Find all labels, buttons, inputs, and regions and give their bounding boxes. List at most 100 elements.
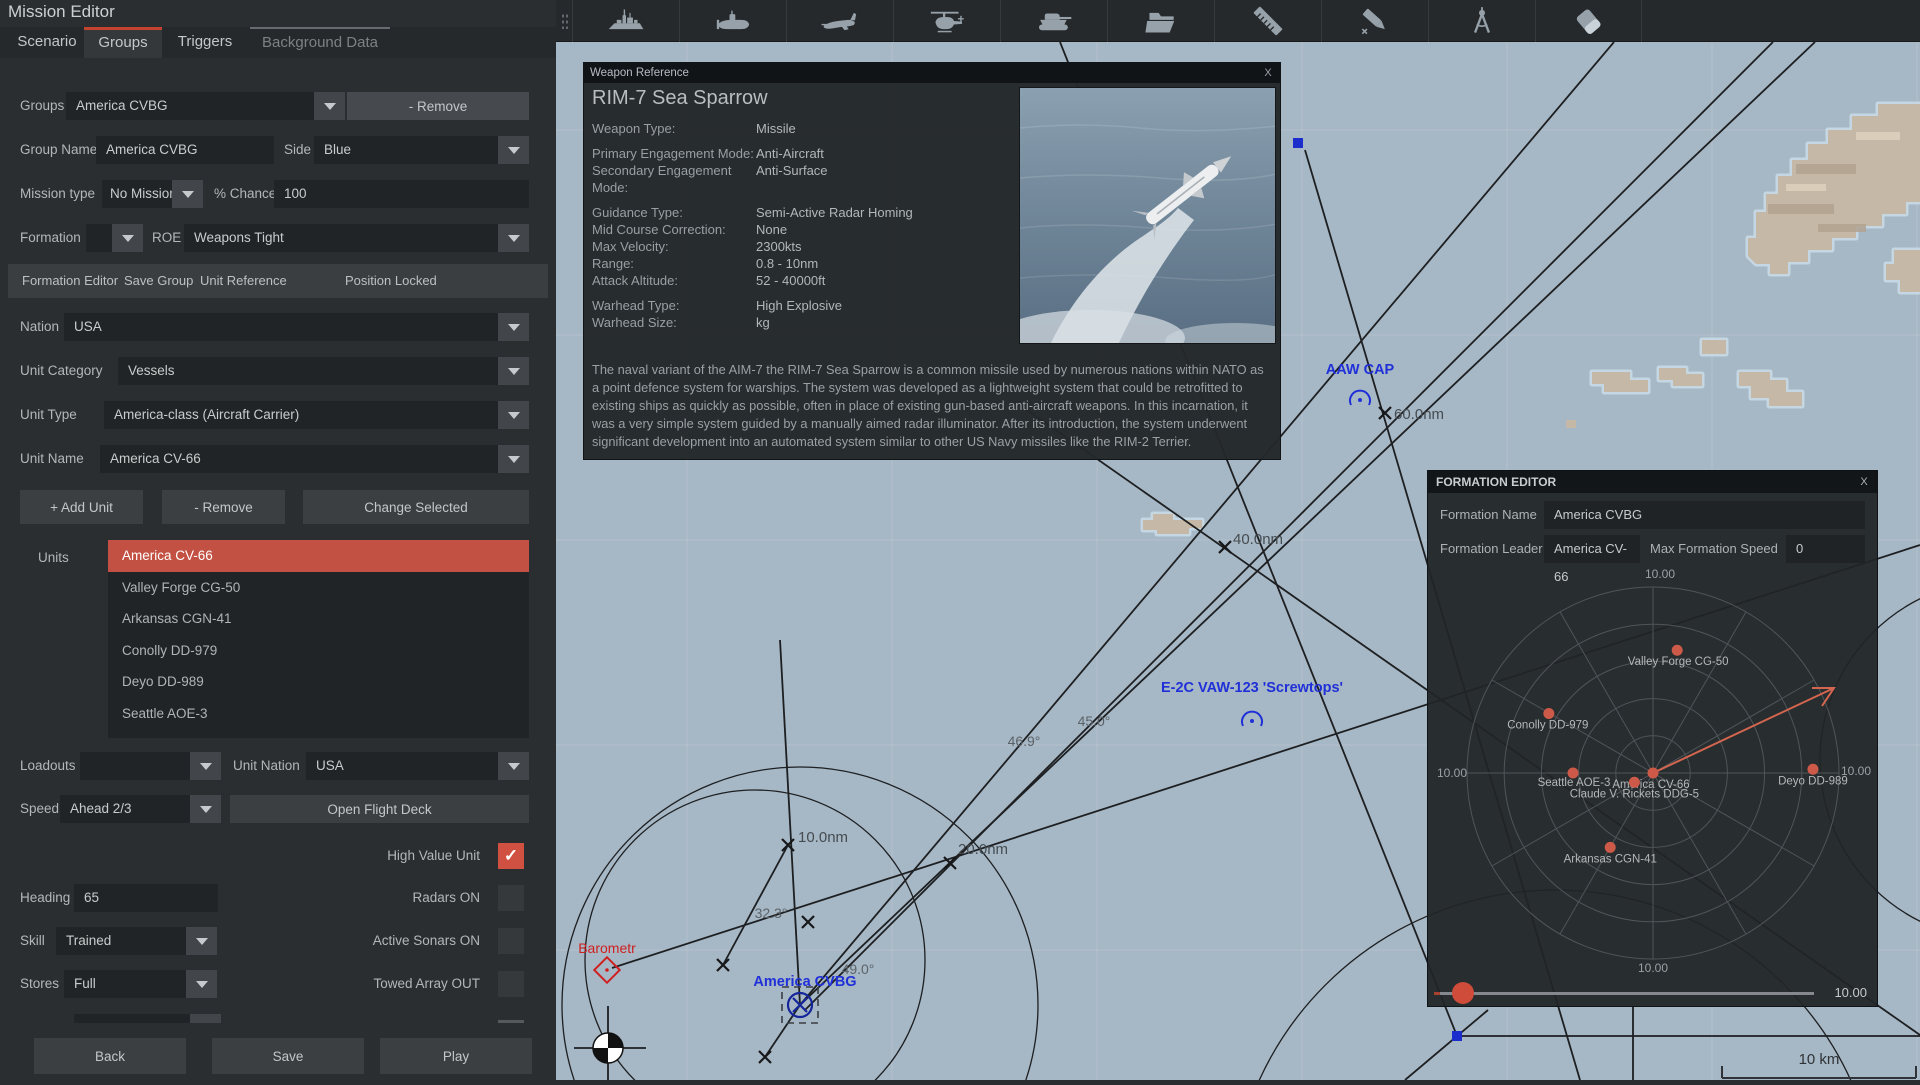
field-value: Semi-Active Radar Homing bbox=[756, 205, 913, 220]
formation-dropdown-arrow[interactable] bbox=[112, 224, 143, 252]
map-label-20nm: 20.0nm bbox=[958, 841, 1008, 858]
list-item[interactable]: Deyo DD-989 bbox=[108, 666, 529, 698]
formation-editor-window: FORMATION EDITOR X Formation Name Americ… bbox=[1427, 470, 1878, 1007]
remove-group-button[interactable]: - Remove bbox=[347, 92, 529, 120]
helicopter-icon[interactable] bbox=[893, 0, 1000, 42]
compass-icon[interactable] bbox=[1428, 0, 1535, 42]
list-item[interactable]: Arkansas CGN-41 bbox=[108, 603, 529, 635]
add-unit-button[interactable]: + Add Unit bbox=[20, 490, 143, 524]
list-item[interactable]: Conolly DD-979 bbox=[108, 635, 529, 667]
slider-knob[interactable] bbox=[1452, 982, 1474, 1004]
skill-dropdown-arrow[interactable] bbox=[186, 927, 217, 955]
save-group-button[interactable]: Save Group bbox=[124, 264, 193, 298]
weapon-reference-titlebar[interactable]: Weapon Reference bbox=[584, 63, 1280, 83]
formation-editor-button[interactable]: Formation Editor bbox=[22, 264, 118, 298]
formation-leader-select[interactable]: America CV-66 bbox=[1544, 535, 1640, 584]
high-value-unit-checkbox[interactable] bbox=[498, 843, 524, 869]
remove-unit-button[interactable]: - Remove bbox=[162, 490, 285, 524]
formation-unit-dot[interactable] bbox=[1671, 644, 1683, 656]
position-locked-toggle[interactable]: Position Locked bbox=[345, 264, 437, 298]
max-formation-speed-input[interactable]: 0 bbox=[1786, 535, 1865, 563]
stores-dropdown-arrow[interactable] bbox=[186, 970, 217, 998]
loadouts-dropdown-arrow[interactable] bbox=[190, 752, 221, 780]
mission-type-dropdown-arrow[interactable] bbox=[172, 180, 203, 208]
roe-select[interactable]: Weapons Tight bbox=[184, 224, 529, 252]
formation-unit-dot[interactable] bbox=[1807, 763, 1819, 775]
formation-select[interactable] bbox=[86, 224, 112, 252]
field-value: Missile bbox=[756, 121, 796, 136]
formation-polar-chart[interactable]: 10.00 10.00 10.00 10.00 America CV-66Val… bbox=[1428, 566, 1879, 986]
unit-name-select[interactable]: America CV-66 bbox=[100, 445, 529, 473]
page-title: Mission Editor bbox=[8, 2, 115, 21]
formation-leader-label: Formation Leader bbox=[1440, 541, 1543, 556]
close-icon[interactable]: X bbox=[1856, 474, 1872, 490]
map-label-32-3deg: 32.3° bbox=[755, 905, 788, 921]
nation-select[interactable]: USA bbox=[64, 313, 529, 341]
toolbar-drag-handle[interactable] bbox=[556, 0, 572, 42]
ring-label-left: 10.00 bbox=[1437, 766, 1467, 780]
unit-reference-button[interactable]: Unit Reference bbox=[200, 264, 287, 298]
chance-input[interactable]: 100 bbox=[274, 180, 529, 208]
groups-select[interactable]: America CVBG bbox=[66, 92, 314, 120]
close-icon[interactable]: X bbox=[1260, 65, 1276, 81]
submarine-icon[interactable] bbox=[679, 0, 786, 42]
list-item[interactable]: Seattle AOE-3 bbox=[108, 698, 529, 730]
play-button[interactable]: Play bbox=[380, 1038, 532, 1074]
unit-category-dropdown-arrow[interactable] bbox=[498, 357, 529, 385]
skill-select[interactable]: Trained bbox=[56, 927, 186, 955]
aircraft-icon[interactable] bbox=[786, 0, 893, 42]
active-sonars-checkbox[interactable] bbox=[498, 928, 524, 954]
pencil-icon[interactable] bbox=[1321, 0, 1428, 42]
stores-select[interactable]: Full bbox=[64, 970, 186, 998]
formation-name-input[interactable]: America CVBG bbox=[1544, 501, 1865, 529]
units-label: Units bbox=[38, 550, 69, 565]
field-label: Mid Course Correction: bbox=[592, 222, 726, 237]
list-item[interactable]: America CV-66 bbox=[108, 540, 529, 572]
loadouts-select[interactable] bbox=[80, 752, 190, 780]
open-flight-deck-button[interactable]: Open Flight Deck bbox=[230, 795, 529, 823]
folder-icon[interactable] bbox=[1107, 0, 1214, 42]
formation-unit-dot[interactable] bbox=[1628, 776, 1640, 788]
unit-name-dropdown-arrow[interactable] bbox=[498, 445, 529, 473]
top-toolbar bbox=[556, 0, 1920, 42]
list-item[interactable]: Claude V. Rickets DDG-5 bbox=[108, 729, 529, 738]
side-select[interactable]: Blue bbox=[314, 136, 529, 164]
eraser-icon[interactable] bbox=[1535, 0, 1642, 42]
unit-nation-select[interactable]: USA bbox=[306, 752, 529, 780]
list-item[interactable]: Valley Forge CG-50 bbox=[108, 572, 529, 604]
towed-array-checkbox[interactable] bbox=[498, 971, 524, 997]
groups-dropdown-arrow[interactable] bbox=[314, 92, 345, 120]
side-dropdown-arrow[interactable] bbox=[498, 136, 529, 164]
formation-unit-dot[interactable] bbox=[1647, 767, 1659, 779]
nation-dropdown-arrow[interactable] bbox=[498, 313, 529, 341]
radars-on-checkbox[interactable] bbox=[498, 885, 524, 911]
formation-unit-dot[interactable] bbox=[1543, 707, 1555, 719]
unit-nation-label: Unit Nation bbox=[233, 758, 300, 773]
unit-category-select[interactable]: Vessels bbox=[118, 357, 529, 385]
formation-unit-dot[interactable] bbox=[1604, 841, 1616, 853]
field-label: Warhead Size: bbox=[592, 315, 677, 330]
tab-background-data[interactable]: Background Data bbox=[250, 27, 390, 58]
tab-scenario[interactable]: Scenario bbox=[10, 27, 84, 58]
tab-groups[interactable]: Groups bbox=[84, 27, 162, 58]
ruler-icon[interactable] bbox=[1214, 0, 1321, 42]
change-selected-button[interactable]: Change Selected bbox=[303, 490, 529, 524]
datum-marker[interactable] bbox=[592, 1032, 624, 1064]
heading-input[interactable]: 65 bbox=[74, 884, 218, 912]
unit-type-select[interactable]: America-class (Aircraft Carrier) bbox=[104, 401, 529, 429]
warship-icon[interactable] bbox=[572, 0, 679, 42]
speed-select[interactable]: Ahead 2/3 bbox=[60, 795, 190, 823]
mission-type-select[interactable]: No Mission bbox=[102, 180, 172, 208]
tank-icon[interactable] bbox=[1000, 0, 1107, 42]
back-button[interactable]: Back bbox=[34, 1038, 186, 1074]
tab-triggers[interactable]: Triggers bbox=[170, 27, 240, 58]
formation-editor-titlebar[interactable]: FORMATION EDITOR bbox=[1428, 471, 1877, 493]
speed-dropdown-arrow[interactable] bbox=[190, 795, 221, 823]
save-button[interactable]: Save bbox=[212, 1038, 364, 1074]
group-name-input[interactable]: America CVBG bbox=[96, 136, 274, 164]
radars-on-label: Radars ON bbox=[412, 890, 480, 905]
formation-range-slider[interactable] bbox=[1440, 992, 1814, 995]
roe-dropdown-arrow[interactable] bbox=[498, 224, 529, 252]
unit-type-dropdown-arrow[interactable] bbox=[498, 401, 529, 429]
unit-nation-dropdown-arrow[interactable] bbox=[498, 752, 529, 780]
